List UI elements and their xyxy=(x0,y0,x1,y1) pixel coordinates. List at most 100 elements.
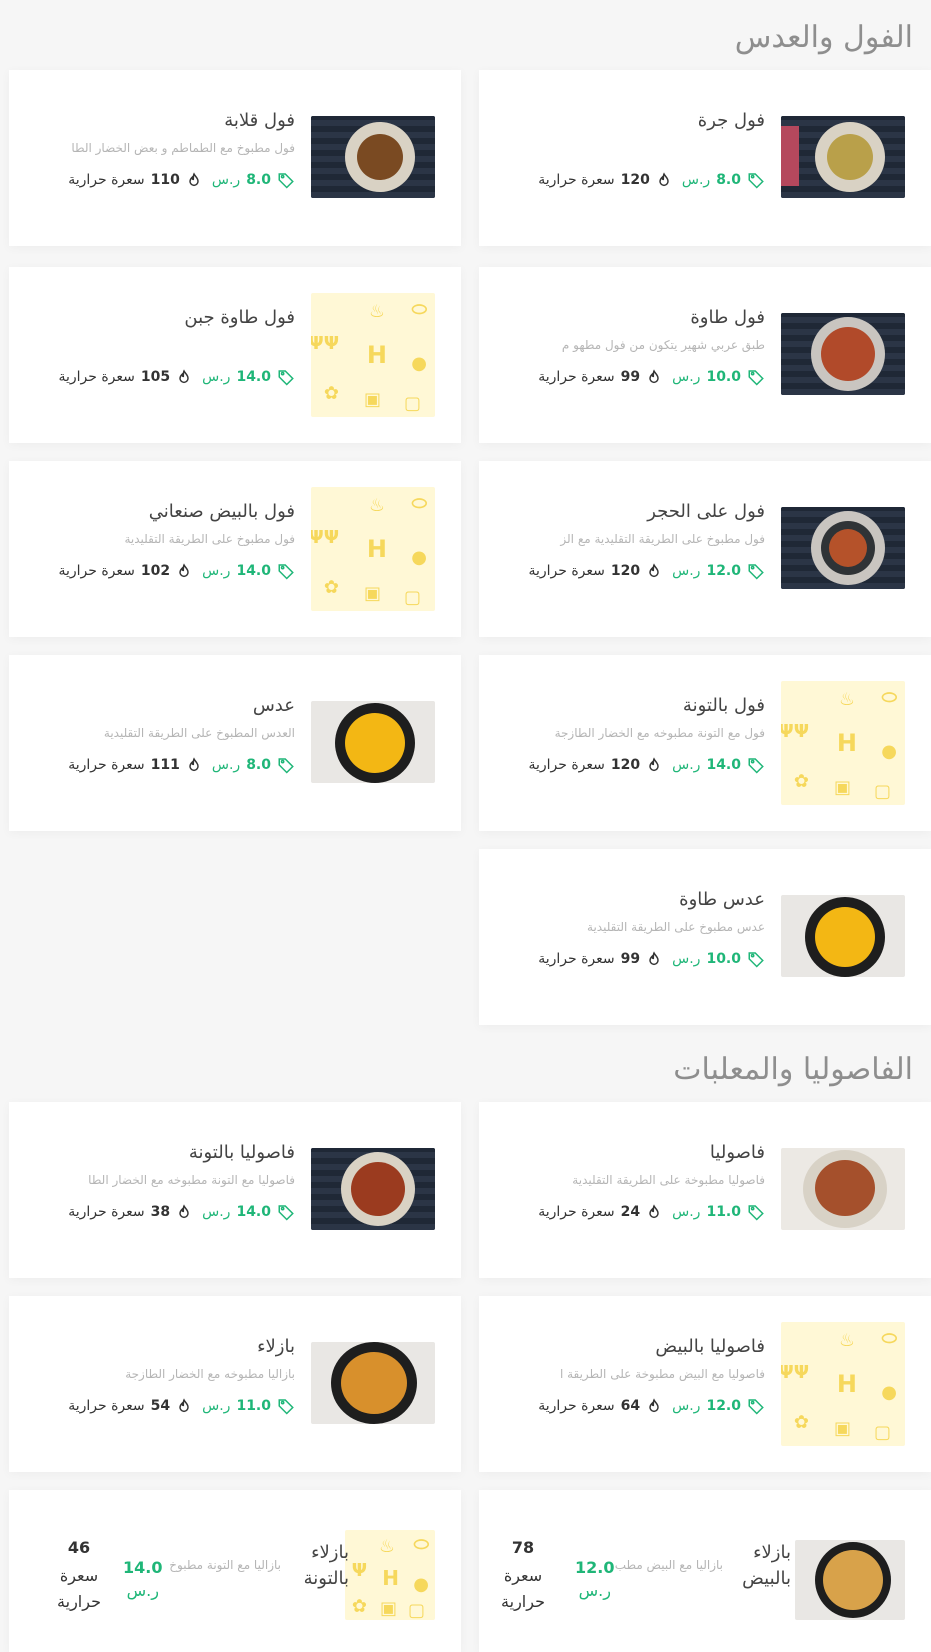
item-name: فول طاوة جبن xyxy=(184,307,295,328)
item-calories: 46 سعرة حرارية xyxy=(49,1538,109,1615)
calories-value: 105 xyxy=(140,369,171,385)
item-meta: 10.0 ر.س 99 سعرة حرارية xyxy=(493,368,765,386)
currency: ر.س xyxy=(672,757,701,773)
item-description: فول مع التونة مطبوخه مع الخضار الطازجة xyxy=(554,726,765,740)
currency: ر.س xyxy=(672,1204,701,1220)
tag-icon xyxy=(277,1397,295,1415)
item-description: العدس المطبوخ على الطريقة التقليدية xyxy=(103,726,295,740)
menu-card-fasolia-bayd[interactable]: ⬭ ♨ H ● ΨΨ ✿ ▣ ▢ فاصوليا بالبيض فاصوليا مع البي… xyxy=(479,1296,931,1472)
item-meta: 8.0 ر.س 111 سعرة حرارية xyxy=(23,756,295,774)
item-meta: 10.0 ر.س 99 سعرة حرارية xyxy=(493,950,765,968)
calories-label: سعرة حرارية xyxy=(58,563,135,579)
menu-card-bazela[interactable]: بازلاء بازاليا مطبوخه مع الخضار الطازجة … xyxy=(9,1296,461,1472)
item-info: عدس العدس المطبوخ على الطريقة التقليدية … xyxy=(23,695,295,774)
item-calories: 120 سعرة حرارية xyxy=(538,171,672,189)
menu-card-ful-tawa[interactable]: فول طاوة طبق عربي شهير يتكون من فول مطهو… xyxy=(479,267,931,443)
item-photo xyxy=(781,313,905,395)
item-photo xyxy=(311,701,435,783)
calories-value: 99 xyxy=(620,369,641,385)
calories-label: سعرة حرارية xyxy=(58,369,135,385)
item-info: بازلاء بازاليا مطبوخه مع الخضار الطازجة … xyxy=(23,1336,295,1415)
tag-icon xyxy=(277,756,295,774)
calories-label: سعرة حرارية xyxy=(501,1566,545,1611)
tag-icon xyxy=(747,1203,765,1221)
menu-card-adas[interactable]: عدس العدس المطبوخ على الطريقة التقليدية … xyxy=(9,655,461,831)
item-name: فول على الحجر xyxy=(647,501,765,522)
menu-card-ful-jarra[interactable]: فول جرة 8.0 ر.س 120 سعرة حرارية xyxy=(479,70,931,246)
item-photo xyxy=(311,1342,435,1424)
menu-card-fasolia-tuna[interactable]: فاصوليا بالتونة فاصوليا مع التونة مطبوخه… xyxy=(9,1102,461,1278)
item-info: بازلاء بالبيض بازاليا مع البيض مطب 12.0 … xyxy=(493,1530,791,1640)
currency: ر.س xyxy=(202,1204,231,1220)
price-value: 11.0 xyxy=(236,1398,271,1414)
currency: ر.س xyxy=(202,563,231,579)
item-calories: 105 سعرة حرارية xyxy=(58,368,192,386)
menu-card-bazela-bayd[interactable]: بازلاء بالبيض بازاليا مع البيض مطب 12.0 … xyxy=(479,1490,931,1652)
item-name: بازلاء xyxy=(257,1336,295,1357)
item-photo xyxy=(781,895,905,977)
tag-icon xyxy=(277,1203,295,1221)
currency: ر.س xyxy=(672,563,701,579)
item-name: عدس طاوة xyxy=(679,889,765,910)
item-photo xyxy=(795,1540,905,1620)
item-calories: 64 سعرة حرارية xyxy=(538,1397,662,1415)
menu-card-ful-bayd-sanaani[interactable]: ⬭ ♨ H ● ΨΨ ✿ ▣ ▢ فول بالبيض صنعاني فول مطبوخ عل… xyxy=(9,461,461,637)
item-info: فول طاوة طبق عربي شهير يتكون من فول مطهو… xyxy=(493,307,765,386)
price-value: 14.0 xyxy=(236,1204,271,1220)
calories-label: سعرة حرارية xyxy=(538,369,615,385)
calories-label: سعرة حرارية xyxy=(538,172,615,188)
calories-label: سعرة حرارية xyxy=(57,1566,101,1611)
item-info: فول بالتونة فول مع التونة مطبوخه مع الخض… xyxy=(493,695,765,774)
item-meta: 14.0 ر.س 120 سعرة حرارية xyxy=(493,756,765,774)
calories-value: 111 xyxy=(150,757,180,773)
menu-card-ful-tawa-jubn[interactable]: ⬭ ♨ H ● ΨΨ ✿ ▣ ▢ فول طاوة جبن 14.0 ر.س 105 سعرة… xyxy=(9,267,461,443)
item-description: فول مطبوخ على الطريقة التقليدية مع الز xyxy=(560,532,765,546)
item-meta: 14.0 ر.س 38 سعرة حرارية xyxy=(23,1203,295,1221)
item-description: فول مطبوخ مع الطماطم و بعض الخضار الطا xyxy=(71,141,295,155)
fire-icon xyxy=(646,1203,662,1221)
item-price: 14.0 ر.س xyxy=(202,562,295,580)
item-name: فاصوليا بالتونة xyxy=(188,1142,295,1163)
calories-value: 120 xyxy=(620,172,650,188)
item-meta: 14.0 ر.س 105 سعرة حرارية xyxy=(23,368,295,386)
menu-card-adas-tawa[interactable]: عدس طاوة عدس مطبوخ على الطريقة التقليدية… xyxy=(479,849,931,1025)
item-calories: 120 سعرة حرارية xyxy=(528,756,662,774)
menu-card-fasolia[interactable]: فاصوليا فاصوليا مطبوخة على الطريقة التقل… xyxy=(479,1102,931,1278)
calories-value: 64 xyxy=(620,1398,641,1414)
item-photo-placeholder: ⬭ ♨ H ● Ψ ✿ ▣ ▢ xyxy=(345,1530,435,1620)
item-info: بازلاء بالتونة بازاليا مع التونة مطبوخ 1… xyxy=(23,1530,349,1640)
item-calories: 24 سعرة حرارية xyxy=(538,1203,662,1221)
item-meta: 12.0 ر.س 64 سعرة حرارية xyxy=(493,1397,765,1415)
item-description xyxy=(23,338,295,352)
section-title-ful-adas: الفول والعدس xyxy=(734,20,913,55)
item-info: فاصوليا بالبيض فاصوليا مع البيض مطبوخة ع… xyxy=(493,1336,765,1415)
item-calories: 38 سعرة حرارية xyxy=(68,1203,192,1221)
item-description xyxy=(493,141,765,155)
tag-icon xyxy=(747,368,765,386)
price-value: 10.0 xyxy=(706,951,741,967)
currency: ر.س xyxy=(681,172,711,188)
price-value: 8.0 xyxy=(246,757,271,773)
item-info: فول قلابة فول مطبوخ مع الطماطم و بعض الخ… xyxy=(23,110,295,189)
item-price: 14.0 ر.س xyxy=(202,1203,295,1221)
tag-icon xyxy=(277,171,295,189)
item-meta: 8.0 ر.س 120 سعرة حرارية xyxy=(493,171,765,189)
menu-card-ful-hajar[interactable]: فول على الحجر فول مطبوخ على الطريقة التق… xyxy=(479,461,931,637)
menu-page: الفول والعدس فول جرة 8.0 ر.س 120 سعرة حر… xyxy=(0,0,931,1652)
item-meta: 12.0 ر.س 120 سعرة حرارية xyxy=(493,562,765,580)
calories-label: سعرة حرارية xyxy=(68,1398,145,1414)
menu-card-bazela-tuna[interactable]: ⬭ ♨ H ● Ψ ✿ ▣ ▢ بازلاء بالتونة بازاليا مع التون… xyxy=(9,1490,461,1652)
fire-icon xyxy=(646,368,662,386)
tag-icon xyxy=(747,1397,765,1415)
calories-label: سعرة حرارية xyxy=(538,1204,615,1220)
item-info: فاصوليا فاصوليا مطبوخة على الطريقة التقل… xyxy=(493,1142,765,1221)
item-photo-placeholder: ⬭ ♨ H ● ΨΨ ✿ ▣ ▢ xyxy=(781,1322,905,1446)
item-name: فاصوليا xyxy=(709,1142,765,1163)
item-name: فول جرة xyxy=(697,110,765,131)
price-value: 14.0 xyxy=(123,1558,163,1577)
menu-card-ful-qalaba[interactable]: فول قلابة فول مطبوخ مع الطماطم و بعض الخ… xyxy=(9,70,461,246)
tag-icon xyxy=(747,562,765,580)
price-value: 14.0 xyxy=(236,369,271,385)
menu-card-ful-tuna[interactable]: ⬭ ♨ H ● ΨΨ ✿ ▣ ▢ فول بالتونة فول مع التونة مطبو… xyxy=(479,655,931,831)
item-info: فول جرة 8.0 ر.س 120 سعرة حرارية xyxy=(493,110,765,189)
